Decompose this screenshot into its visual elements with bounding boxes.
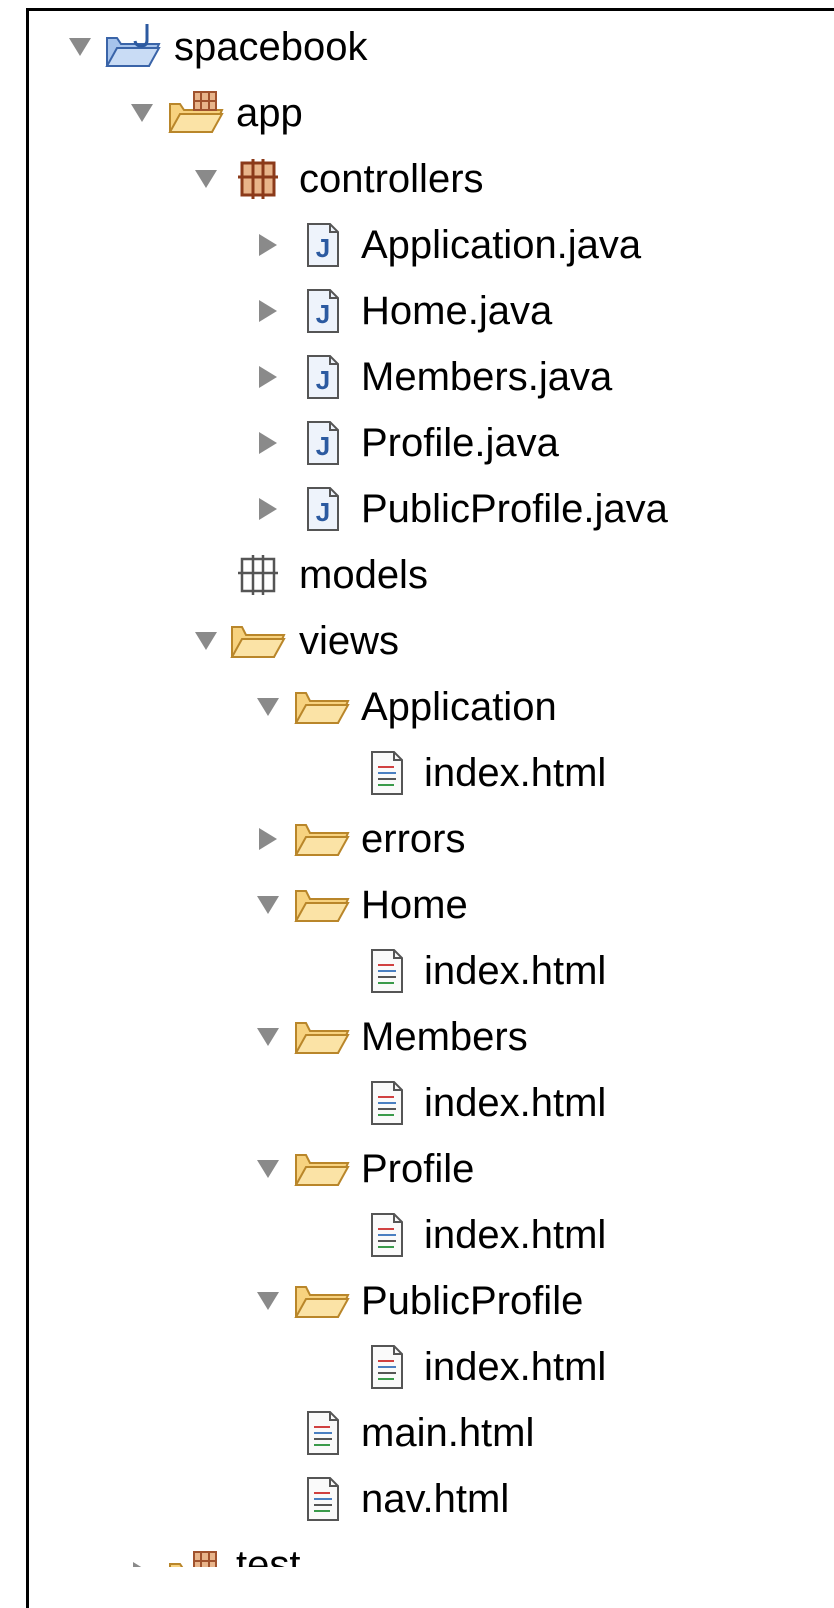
tree-row-views-errors[interactable]: errors <box>0 806 834 872</box>
html-file-icon <box>356 1078 416 1128</box>
java-file-label: Profile.java <box>361 421 559 465</box>
open-folder-icon <box>292 1144 352 1194</box>
tree-row-views-profile[interactable]: Profile <box>0 1136 834 1202</box>
expanded-triangle-icon[interactable] <box>186 146 226 212</box>
expanded-triangle-icon[interactable] <box>60 14 100 80</box>
folder-label: Members <box>361 1015 528 1059</box>
views-folder-label: views <box>299 619 400 663</box>
html-file-icon <box>356 748 416 798</box>
java-project-folder-icon <box>103 22 163 72</box>
java-file-label: Members.java <box>361 355 613 399</box>
app-folder-label: app <box>236 91 303 135</box>
open-folder-icon <box>292 682 352 732</box>
collapsed-triangle-icon[interactable] <box>248 410 288 476</box>
tree-row-html-file[interactable]: index.html <box>0 740 834 806</box>
folder-label: Home <box>361 883 468 927</box>
folder-label: PublicProfile <box>361 1279 584 1323</box>
java-file-icon: J <box>292 484 352 534</box>
expanded-triangle-icon[interactable] <box>186 608 226 674</box>
empty-package-icon <box>228 550 288 600</box>
html-file-icon <box>292 1474 352 1524</box>
open-folder-icon <box>292 880 352 930</box>
folder-label: errors <box>361 817 466 861</box>
expanded-triangle-icon[interactable] <box>122 80 162 146</box>
tree-row-spacebook[interactable]: spacebook <box>0 14 834 80</box>
expanded-triangle-icon[interactable] <box>248 674 288 740</box>
open-folder-icon <box>292 814 352 864</box>
html-file-label: main.html <box>361 1411 535 1455</box>
tree-row-views-application[interactable]: Application <box>0 674 834 740</box>
expanded-triangle-icon[interactable] <box>248 1004 288 1070</box>
svg-text:J: J <box>316 299 330 329</box>
collapsed-triangle-icon[interactable] <box>248 278 288 344</box>
project-name-label: spacebook <box>174 25 368 69</box>
tree-row-test-partial[interactable]: test <box>0 1540 834 1567</box>
tree-row-publicprofile-java[interactable]: J PublicProfile.java <box>0 476 834 542</box>
tree-row-html-file[interactable]: index.html <box>0 938 834 1004</box>
tree-row-views-publicprofile[interactable]: PublicProfile <box>0 1268 834 1334</box>
tree-row-application-java[interactable]: J Application.java <box>0 212 834 278</box>
java-file-label: Home.java <box>361 289 553 333</box>
open-folder-icon <box>292 1276 352 1326</box>
html-file-label: index.html <box>424 1345 607 1389</box>
java-file-label: PublicProfile.java <box>361 487 668 531</box>
svg-text:J: J <box>316 497 330 527</box>
folder-label: Application <box>361 685 557 729</box>
tree-row-main-html[interactable]: main.html <box>0 1400 834 1466</box>
tree-row-html-file[interactable]: index.html <box>0 1334 834 1400</box>
tree-row-home-java[interactable]: J Home.java <box>0 278 834 344</box>
controllers-package-label: controllers <box>299 157 484 201</box>
folder-label: Profile <box>361 1147 475 1191</box>
svg-text:J: J <box>316 431 330 461</box>
html-file-icon <box>292 1408 352 1458</box>
package-icon <box>228 154 288 204</box>
tree-row-profile-java[interactable]: J Profile.java <box>0 410 834 476</box>
java-file-icon: J <box>292 220 352 270</box>
svg-text:J: J <box>316 365 330 395</box>
html-file-label: nav.html <box>361 1477 510 1521</box>
html-file-label: index.html <box>424 1081 607 1125</box>
collapsed-triangle-icon[interactable] <box>248 476 288 542</box>
java-file-label: Application.java <box>361 223 642 267</box>
tree-row-controllers[interactable]: controllers <box>0 146 834 212</box>
tree-row-app[interactable]: app <box>0 80 834 146</box>
collapsed-triangle-icon[interactable] <box>122 1540 162 1567</box>
tree-row-html-file[interactable]: index.html <box>0 1202 834 1268</box>
svg-text:J: J <box>316 233 330 263</box>
expanded-triangle-icon[interactable] <box>248 1136 288 1202</box>
open-folder-icon <box>292 1012 352 1062</box>
package-explorer-tree: spacebook app controllers J Application.… <box>0 0 834 1567</box>
tree-row-views-members[interactable]: Members <box>0 1004 834 1070</box>
html-file-icon <box>356 1210 416 1260</box>
tree-row-models[interactable]: models <box>0 542 834 608</box>
collapsed-triangle-icon[interactable] <box>248 212 288 278</box>
expanded-triangle-icon[interactable] <box>248 872 288 938</box>
source-folder-icon <box>166 88 226 138</box>
html-file-icon <box>356 946 416 996</box>
java-file-icon: J <box>292 418 352 468</box>
tree-row-test[interactable]: test <box>0 1540 834 1567</box>
tree-row-members-java[interactable]: J Members.java <box>0 344 834 410</box>
source-folder-icon <box>166 1548 226 1567</box>
test-folder-label: test <box>236 1543 301 1567</box>
models-package-label: models <box>299 553 428 597</box>
collapsed-triangle-icon[interactable] <box>248 806 288 872</box>
tree-row-nav-html[interactable]: nav.html <box>0 1466 834 1532</box>
collapsed-triangle-icon[interactable] <box>248 344 288 410</box>
java-file-icon: J <box>292 352 352 402</box>
html-file-label: index.html <box>424 1213 607 1257</box>
java-file-icon: J <box>292 286 352 336</box>
tree-row-views-home[interactable]: Home <box>0 872 834 938</box>
html-file-icon <box>356 1342 416 1392</box>
html-file-label: index.html <box>424 751 607 795</box>
expanded-triangle-icon[interactable] <box>248 1268 288 1334</box>
tree-row-html-file[interactable]: index.html <box>0 1070 834 1136</box>
open-folder-icon <box>228 616 288 666</box>
tree-row-views[interactable]: views <box>0 608 834 674</box>
html-file-label: index.html <box>424 949 607 993</box>
